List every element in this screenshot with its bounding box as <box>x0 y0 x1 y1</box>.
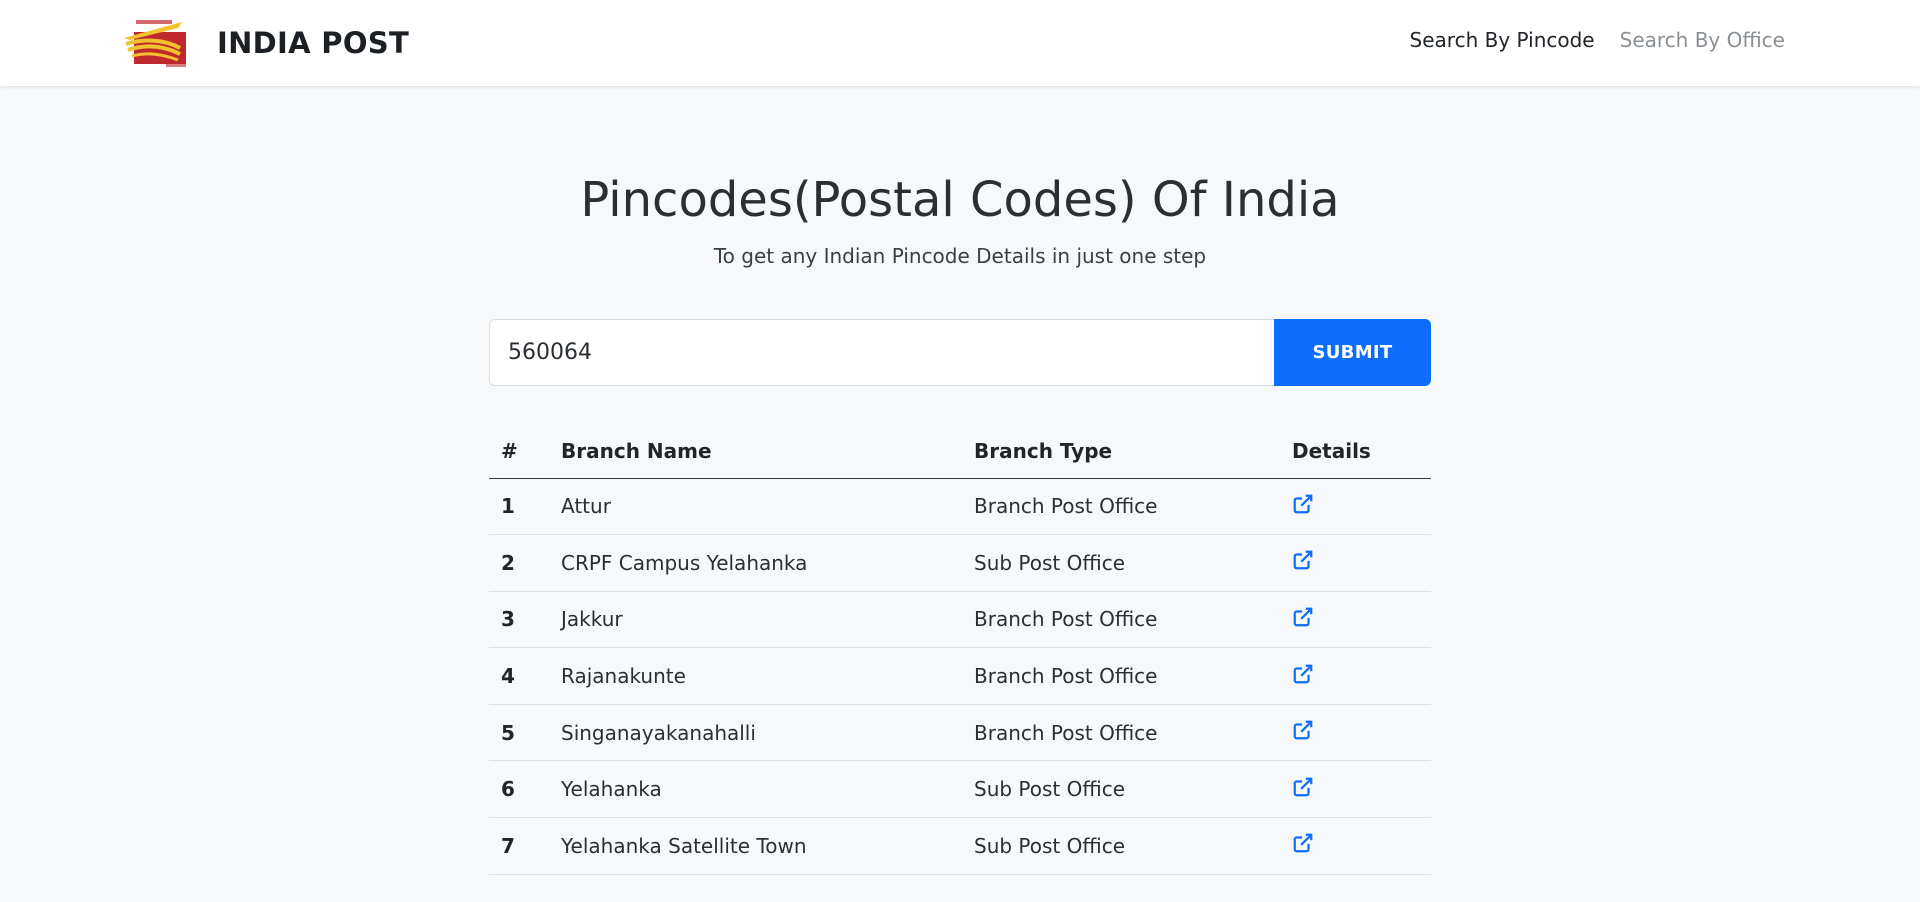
table-header-row: # Branch Name Branch Type Details <box>489 424 1431 479</box>
table-row: 4 Rajanakunte Branch Post Office <box>489 647 1431 705</box>
table-row: 6 Yelahanka Sub Post Office <box>489 760 1431 819</box>
brand-home-link[interactable]: INDIA POST <box>122 18 409 68</box>
external-link-icon[interactable] <box>1292 493 1314 515</box>
page-subtitle: To get any Indian Pincode Details in jus… <box>713 244 1207 268</box>
pincode-search-form: SUBMIT <box>489 319 1431 386</box>
external-link-icon[interactable] <box>1292 832 1314 854</box>
nav-links: Search By Pincode Search By Office <box>1410 28 1785 52</box>
branch-name: Rajanakunte <box>561 647 974 705</box>
results-table: # Branch Name Branch Type Details 1 Attu… <box>489 424 1431 875</box>
branch-name: Jakkur <box>561 591 974 649</box>
branch-name: Singanayakanahalli <box>561 704 974 762</box>
branch-name: Attur <box>561 478 974 536</box>
page-title: Pincodes(Postal Codes) Of India <box>580 172 1340 228</box>
external-link-icon[interactable] <box>1292 606 1314 628</box>
nav-search-by-office[interactable]: Search By Office <box>1620 28 1785 52</box>
branch-name: Yelahanka Satellite Town <box>561 817 974 875</box>
header-branch-type: Branch Type <box>974 424 1292 479</box>
branch-type: Branch Post Office <box>974 647 1292 705</box>
india-post-logo <box>124 20 186 67</box>
external-link-icon[interactable] <box>1292 776 1314 798</box>
branch-name: Yelahanka <box>561 760 974 819</box>
branch-type: Sub Post Office <box>974 817 1292 875</box>
table-row: 5 Singanayakanahalli Branch Post Office <box>489 704 1431 762</box>
branch-type: Sub Post Office <box>974 534 1292 592</box>
external-link-icon[interactable] <box>1292 663 1314 685</box>
header-number: # <box>489 424 561 479</box>
row-number: 1 <box>489 478 561 536</box>
table-row: 2 CRPF Campus Yelahanka Sub Post Office <box>489 534 1431 592</box>
header-branch-name: Branch Name <box>561 424 974 479</box>
row-number: 4 <box>489 647 561 705</box>
row-number: 5 <box>489 704 561 762</box>
branch-type: Branch Post Office <box>974 478 1292 536</box>
external-link-icon[interactable] <box>1292 549 1314 571</box>
table-row: 7 Yelahanka Satellite Town Sub Post Offi… <box>489 817 1431 875</box>
branch-type: Branch Post Office <box>974 704 1292 762</box>
table-row: 1 Attur Branch Post Office <box>489 478 1431 536</box>
pincode-input[interactable] <box>489 319 1274 386</box>
top-navbar: INDIA POST Search By Pincode Search By O… <box>0 0 1920 86</box>
header-details: Details <box>1292 424 1431 479</box>
branch-name: CRPF Campus Yelahanka <box>561 534 974 592</box>
branch-type: Branch Post Office <box>974 591 1292 649</box>
row-number: 3 <box>489 591 561 649</box>
row-number: 6 <box>489 760 561 819</box>
submit-button[interactable]: SUBMIT <box>1274 319 1431 386</box>
brand-name: INDIA POST <box>217 26 410 60</box>
table-row: 3 Jakkur Branch Post Office <box>489 591 1431 649</box>
external-link-icon[interactable] <box>1292 719 1314 741</box>
branch-type: Sub Post Office <box>974 760 1292 819</box>
row-number: 2 <box>489 534 561 592</box>
nav-search-by-pincode[interactable]: Search By Pincode <box>1410 28 1595 52</box>
row-number: 7 <box>489 817 561 875</box>
